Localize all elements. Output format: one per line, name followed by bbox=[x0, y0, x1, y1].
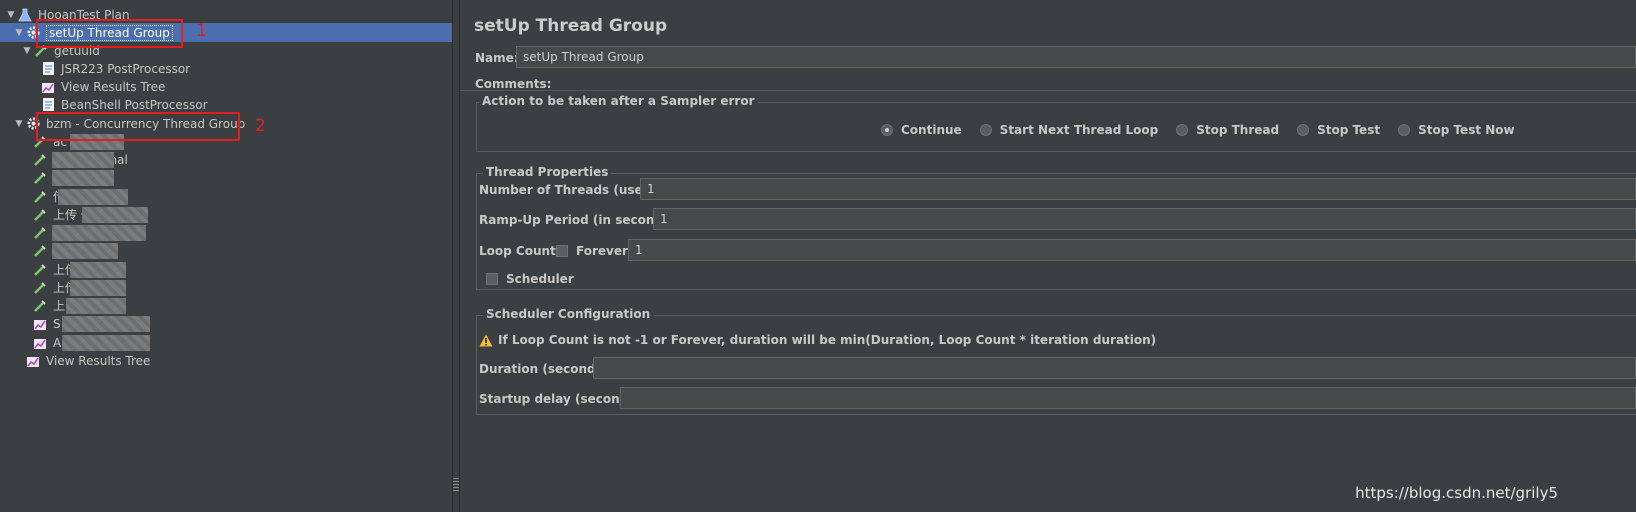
listener-chart-icon bbox=[32, 335, 48, 351]
rampup-input[interactable] bbox=[653, 208, 1636, 230]
radio-unselected-icon[interactable] bbox=[1297, 124, 1310, 136]
tree-item-label: View Results Tree bbox=[61, 79, 166, 94]
scheduler-config-legend: Scheduler Configuration bbox=[483, 307, 654, 321]
redaction-mosaic bbox=[62, 316, 150, 332]
redaction-mosaic bbox=[52, 243, 118, 259]
splitter-grip-icon[interactable] bbox=[453, 478, 459, 492]
listener-chart-icon bbox=[40, 79, 56, 95]
pipette-icon bbox=[32, 243, 48, 259]
annotation-number-2: 2 bbox=[255, 116, 266, 136]
radio-unselected-icon[interactable] bbox=[1176, 124, 1189, 136]
pipette-icon bbox=[32, 280, 48, 296]
redaction-mosaic bbox=[66, 298, 126, 314]
sampler-error-radio-group: Continue Start Next Thread Loop Stop Thr… bbox=[881, 123, 1533, 137]
scheduler-warning: If Loop Count is not -1 or Forever, dura… bbox=[479, 333, 1156, 347]
duration-input[interactable] bbox=[593, 357, 1636, 379]
annotation-number-1: 1 bbox=[196, 21, 207, 41]
expand-toggle-icon[interactable]: ▼ bbox=[13, 28, 25, 38]
tree-item-label: BeanShell PostProcessor bbox=[61, 97, 208, 112]
scheduler-checkbox[interactable] bbox=[486, 273, 498, 285]
tree-item-child[interactable]: 上传 息 bbox=[0, 260, 452, 279]
script-page-icon bbox=[40, 97, 56, 113]
radio-label: Stop Test Now bbox=[1418, 123, 1515, 137]
redaction-mosaic bbox=[70, 262, 126, 278]
script-page-icon bbox=[40, 61, 56, 77]
listener-chart-icon bbox=[32, 316, 48, 332]
expand-toggle-icon[interactable]: ▼ bbox=[5, 10, 17, 20]
radio-label: Stop Thread bbox=[1196, 123, 1280, 137]
tree-item-child[interactable]: 上传 息 bbox=[0, 278, 452, 297]
radio-stop-test[interactable]: Stop Test bbox=[1297, 123, 1380, 137]
warning-text: If Loop Count is not -1 or Forever, dura… bbox=[498, 333, 1157, 347]
radio-unselected-icon[interactable] bbox=[1398, 124, 1411, 136]
name-input[interactable] bbox=[516, 46, 1636, 68]
divider bbox=[460, 90, 1636, 91]
threads-input[interactable] bbox=[640, 178, 1636, 200]
tree-item-label: JSR223 PostProcessor bbox=[61, 61, 191, 76]
loop-count-label: Loop Count: bbox=[479, 244, 561, 258]
pipette-icon bbox=[32, 170, 48, 186]
comments-label: Comments: bbox=[475, 77, 552, 91]
radio-label: Start Next Thread Loop bbox=[999, 123, 1159, 137]
forever-label: Forever bbox=[576, 244, 628, 258]
redaction-mosaic bbox=[52, 152, 114, 168]
redaction-mosaic bbox=[82, 207, 148, 223]
loop-count-input[interactable] bbox=[628, 239, 1636, 261]
thread-properties-legend: Thread Properties bbox=[483, 165, 612, 179]
radio-continue[interactable]: Continue bbox=[881, 123, 962, 137]
pipette-icon bbox=[32, 225, 48, 241]
panel-splitter[interactable] bbox=[452, 0, 460, 512]
sampler-error-legend: Action to be taken after a Sampler error bbox=[479, 94, 758, 108]
tree-item-view-results-tree[interactable]: View Results Tree bbox=[0, 351, 452, 370]
startup-delay-input[interactable] bbox=[620, 387, 1636, 409]
radio-label: Stop Test bbox=[1317, 123, 1381, 137]
sampler-error-group: Action to be taken after a Sampler error… bbox=[476, 94, 1636, 152]
radio-selected-icon[interactable] bbox=[881, 124, 893, 136]
expand-toggle-icon[interactable]: ▼ bbox=[13, 119, 25, 129]
redaction-mosaic bbox=[52, 170, 114, 186]
flask-icon bbox=[17, 7, 33, 23]
radio-stop-thread[interactable]: Stop Thread bbox=[1176, 123, 1279, 137]
radio-start-next-thread-loop[interactable]: Start Next Thread Loop bbox=[979, 123, 1159, 137]
thread-group-editor: setUp Thread Group Name: Comments: Actio… bbox=[460, 0, 1636, 512]
annotation-box-2 bbox=[36, 112, 240, 141]
scheduler-label: Scheduler bbox=[506, 272, 574, 286]
name-label: Name: bbox=[475, 51, 519, 65]
listener-chart-icon bbox=[25, 353, 41, 369]
forever-checkbox[interactable] bbox=[556, 245, 568, 257]
page-title: setUp Thread Group bbox=[474, 16, 668, 36]
redaction-mosaic bbox=[70, 280, 126, 296]
tree-item-label: View Results Tree bbox=[46, 353, 151, 368]
pipette-icon bbox=[32, 262, 48, 278]
pipette-icon bbox=[32, 152, 48, 168]
warning-icon bbox=[479, 334, 493, 347]
radio-unselected-icon[interactable] bbox=[979, 124, 992, 136]
pipette-icon bbox=[32, 189, 48, 205]
expand-toggle-icon[interactable]: ▼ bbox=[21, 46, 33, 56]
tree-item-view-results-tree[interactable]: View Results Tree bbox=[0, 77, 452, 96]
tree-item-child[interactable]: 上传 信息 bbox=[0, 205, 452, 224]
radio-label: Continue bbox=[901, 123, 962, 137]
test-plan-tree[interactable]: ▼ HooanTest Plan ▼ setUp Thread Group ▼ … bbox=[0, 0, 452, 512]
radio-stop-test-now[interactable]: Stop Test Now bbox=[1398, 123, 1515, 137]
pipette-icon bbox=[32, 207, 48, 223]
pipette-icon bbox=[32, 298, 48, 314]
redaction-mosaic bbox=[62, 335, 150, 351]
threads-label: Number of Threads (users): bbox=[479, 183, 667, 197]
startup-delay-label: Startup delay (seconds) bbox=[479, 392, 641, 406]
duration-label: Duration (seconds) bbox=[479, 362, 609, 376]
tree-item-jsr223-postprocessor[interactable]: JSR223 PostProcessor bbox=[0, 59, 452, 78]
watermark-text: https://blog.csdn.net/grily5 bbox=[1355, 484, 1558, 502]
annotation-box-1 bbox=[36, 19, 183, 48]
rampup-label: Ramp-Up Period (in seconds): bbox=[479, 213, 681, 227]
redaction-mosaic bbox=[58, 189, 128, 205]
redaction-mosaic bbox=[52, 225, 146, 241]
